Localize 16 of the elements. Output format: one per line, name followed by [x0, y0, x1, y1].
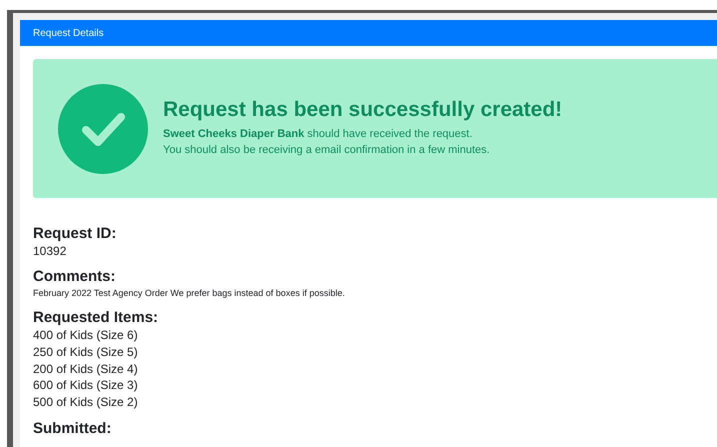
requested-item: 500 of Kids (Size 2) — [33, 394, 139, 411]
detail-label: Requested Items: — [33, 309, 160, 328]
requested-item: 250 of Kids (Size 5) — [33, 344, 139, 361]
detail-label: Comments: — [33, 268, 117, 286]
detail-value: 10392 — [33, 243, 68, 260]
alert-note: You should also be receiving a email confirmation in a few minutes. — [163, 142, 491, 158]
detail-value: February 2022 Test Agency Order We prefer bags instead of boxes if possible. — [33, 287, 346, 300]
requested-item: 400 of Kids (Size 6) — [33, 327, 139, 344]
card-title: Request Details — [33, 26, 104, 40]
check-circle-icon — [58, 84, 148, 174]
requested-item: 200 of Kids (Size 4) — [33, 360, 139, 378]
alert-title: Request has been successfully created! — [163, 96, 562, 123]
requested-item: 600 of Kids (Size 3) — [33, 377, 139, 394]
alert-message: Sweet Cheeks Diaper Bank should have received the request. — [163, 126, 474, 142]
detail-label: Submitted: — [33, 420, 112, 438]
detail-label: Request ID: — [33, 225, 118, 244]
